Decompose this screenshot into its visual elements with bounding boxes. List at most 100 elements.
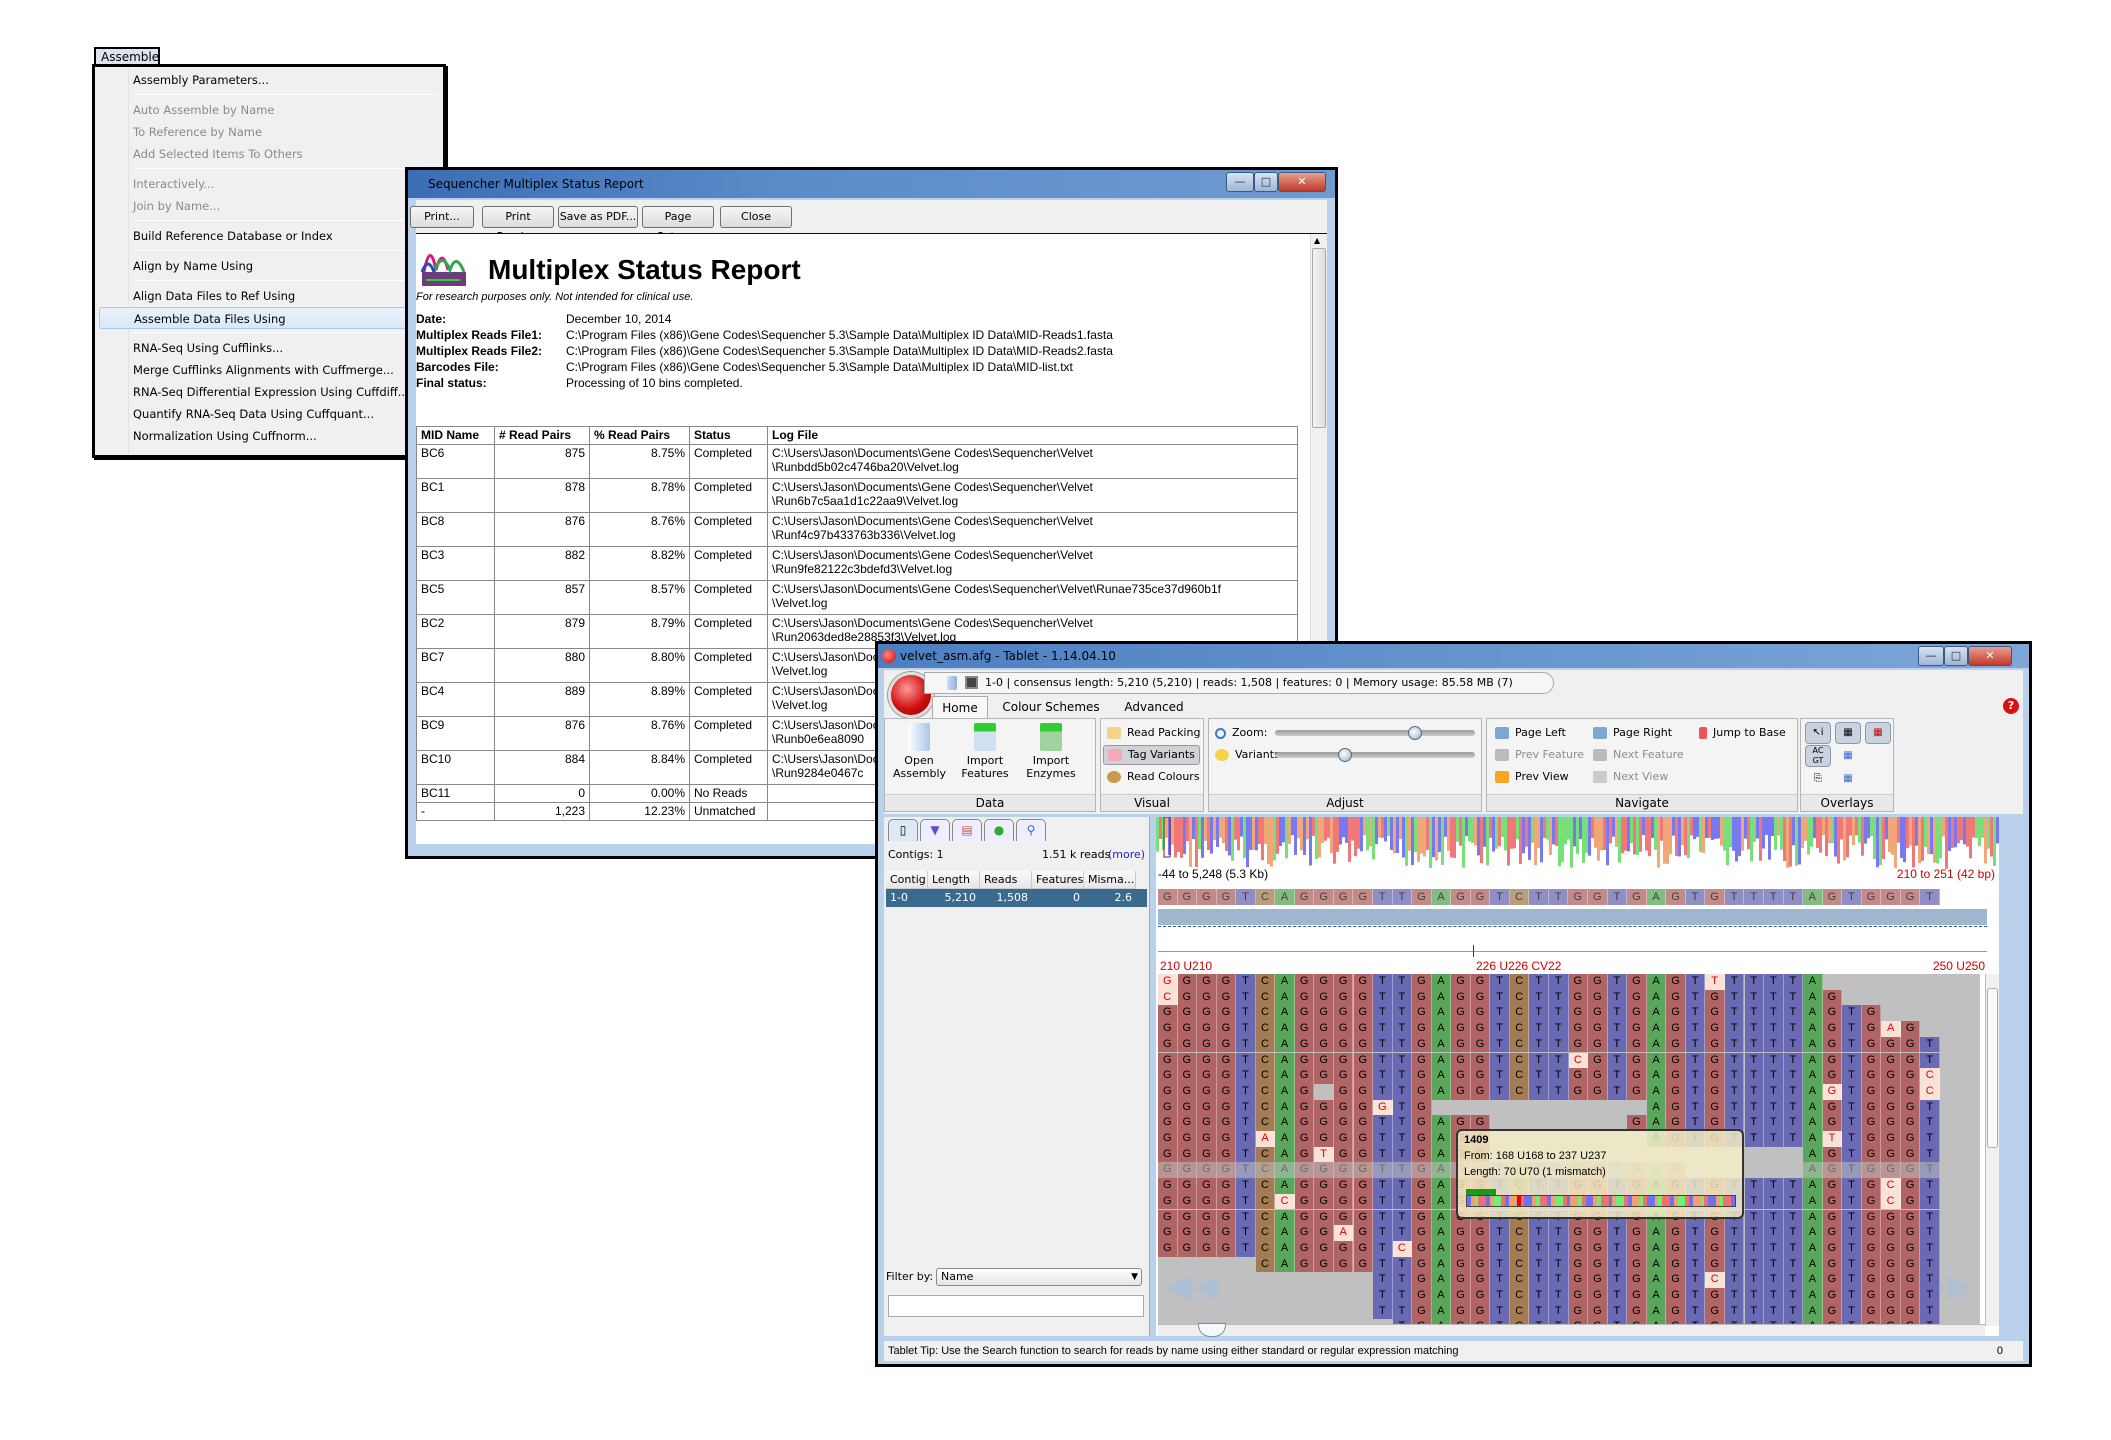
menu-item-build-reference-database-or-index[interactable]: Build Reference Database or Index▶ [99,225,439,247]
read-base: C [1881,1178,1901,1194]
save-as-pdf-button[interactable]: Save as PDF... [558,206,638,228]
menu-item-join-by-name[interactable]: Join by Name... [99,195,439,217]
tab-advanced[interactable]: Advanced [1114,696,1194,718]
export-overlay-button[interactable]: ⎘ [1805,768,1831,790]
next-view-button[interactable]: Next View [1593,769,1668,785]
filter-by-select[interactable]: Name ▼ [936,1268,1142,1286]
menu-item-align-by-name-using[interactable]: Align by Name Using▶ [99,255,439,277]
col-length[interactable]: Length [928,871,980,889]
overview-coverage-column [1336,817,1339,852]
consensus-base: T [1236,889,1256,905]
tab-home[interactable]: Home [932,696,988,718]
consensus-base: T [1373,889,1393,905]
read-base: T [1744,1131,1765,1147]
overview-coverage-column [1951,817,1954,848]
menu-item-rna-seq-differential-expression-using-cuffdiff[interactable]: RNA-Seq Differential Expression Using Cu… [99,381,439,403]
report-scroll-thumb[interactable] [1312,248,1326,428]
tab-colour-schemes[interactable]: Colour Schemes [996,696,1106,718]
menu-item-assemble-data-files-using[interactable]: Assemble Data Files Using▶ [99,307,439,329]
read-base: A [1431,1256,1452,1273]
info-pointer-overlay-button[interactable]: ↖i [1805,722,1831,744]
open-file-icon[interactable] [947,676,957,690]
contig-row[interactable]: 1-0 5,210 1,508 0 2.6 [886,889,1147,907]
overview-coverage-column [1663,817,1666,864]
tablet-minimize-button[interactable]: — [1918,646,1944,666]
coverage-overview[interactable] [1156,817,1999,869]
acgt-overlay-button[interactable]: AC GT [1805,745,1831,767]
column-overlay-button[interactable]: ▦ [1835,745,1861,767]
menu-item-align-data-files-to-ref-using[interactable]: Align Data Files to Ref Using▶ [99,285,439,307]
open-assembly-button[interactable]: Open Assembly [893,723,946,780]
horizontal-scroll-thumb[interactable] [1198,1323,1226,1337]
read-base: T [1236,1099,1256,1116]
reads-groups-tab[interactable]: ▤ [952,819,982,841]
read-base: C [1509,1288,1530,1304]
jump-to-base-button[interactable]: Jump to Base [1699,725,1786,741]
col-features[interactable]: Features [1032,871,1084,889]
import-features-button[interactable]: Import Features [959,723,1011,780]
row-overlay-button[interactable]: ▦ [1835,768,1861,790]
overview-coverage-column [1558,817,1561,867]
col-reads[interactable]: Reads [980,871,1032,889]
tag-variants-button[interactable]: Tag Variants [1103,745,1200,765]
read-base: C [1509,1256,1530,1273]
contig-search-input[interactable] [888,1295,1144,1317]
prev-feature-button[interactable]: Prev Feature [1495,747,1584,763]
zoom-slider-knob[interactable] [1408,726,1422,740]
read-base: G [1158,974,1178,990]
more-link[interactable]: (more) [1108,848,1145,861]
col-contig[interactable]: Contig [886,871,928,889]
menu-item-auto-assemble-by-name[interactable]: Auto Assemble by Name [99,99,439,121]
maximize-button[interactable]: □ [1254,172,1278,192]
grid-overlay-button[interactable]: ▦ [1835,722,1861,744]
menu-item-rna-seq-using-cufflinks[interactable]: RNA-Seq Using Cufflinks... [99,337,439,359]
print-button[interactable]: Print... [410,206,474,228]
read-base: G [1822,1021,1843,1037]
zoom-slider[interactable] [1275,730,1475,736]
variants-slider[interactable] [1275,752,1475,758]
read-base: G [1705,1068,1725,1084]
menu-item-normalization-using-cuffnorm[interactable]: Normalization Using Cuffnorm... [99,425,439,447]
overview-coverage-column [1573,817,1576,847]
read-base: G [1470,1240,1491,1257]
print-preview-button[interactable]: Print Preview [482,206,554,243]
menu-item-add-selected-items-to-others[interactable]: Add Selected Items To Others [99,143,439,165]
help-icon[interactable]: ? [2003,698,2019,714]
tablet-maximize-button[interactable]: □ [1944,646,1968,666]
read-base: G [1216,1099,1237,1116]
read-colours-button[interactable]: Read Colours [1107,769,1200,785]
menu-item-quantify-rna-seq-data-using-cuffquant[interactable]: Quantify RNA-Seq Data Using Cuffquant... [99,403,439,425]
reads-scroll-thumb[interactable] [1987,988,1998,1148]
minimize-button[interactable]: — [1226,172,1254,192]
import-enzymes-button[interactable]: Import Enzymes [1025,723,1077,780]
tablet-close-button[interactable]: ✕ [1968,646,2012,666]
page-left-button[interactable]: Page Left [1495,725,1566,741]
close-button[interactable]: Close [720,206,792,228]
read-base: T [1549,1036,1569,1053]
col-mismatch[interactable]: Misma... [1084,871,1136,889]
reads-horizontal-scrollbar[interactable] [1158,1323,1985,1337]
overview-coverage-column [1765,817,1768,836]
search-tab[interactable]: ⚲ [1016,819,1046,841]
read-base: G [1314,1068,1334,1084]
menu-item-merge-cufflinks-alignments-with-cuffmerge[interactable]: Merge Cufflinks Alignments with Cuffmerg… [99,359,439,381]
page-right-button[interactable]: Page Right [1593,725,1672,741]
reads-vertical-scrollbar[interactable] [1985,974,1999,1326]
menu-item-to-reference-by-name[interactable]: To Reference by Name [99,121,439,143]
close-window-button[interactable]: ✕ [1278,172,1326,192]
overview-coverage-column [1969,817,1972,859]
variants-slider-knob[interactable] [1338,748,1352,762]
variant-grid-overlay-button[interactable]: ▦ [1865,722,1891,744]
next-feature-button[interactable]: Next Feature [1593,747,1684,763]
contigs-tab[interactable]: ▯ [888,819,918,841]
features-tab[interactable]: ▼ [920,819,950,841]
save-icon[interactable] [965,676,978,689]
menu-item-assembly-parameters[interactable]: Assembly Parameters... [99,69,439,91]
page-setup-button[interactable]: Page Setup... [642,206,714,243]
menu-item-interactively[interactable]: Interactively... [99,173,439,195]
prev-view-button[interactable]: Prev View [1495,769,1569,785]
read-packing-button[interactable]: Read Packing [1107,725,1200,741]
read-base: C [1158,989,1178,1006]
page-left-overlay-icon[interactable]: ◀◀ [1166,1266,1218,1306]
colours-tab[interactable]: ● [984,819,1014,841]
